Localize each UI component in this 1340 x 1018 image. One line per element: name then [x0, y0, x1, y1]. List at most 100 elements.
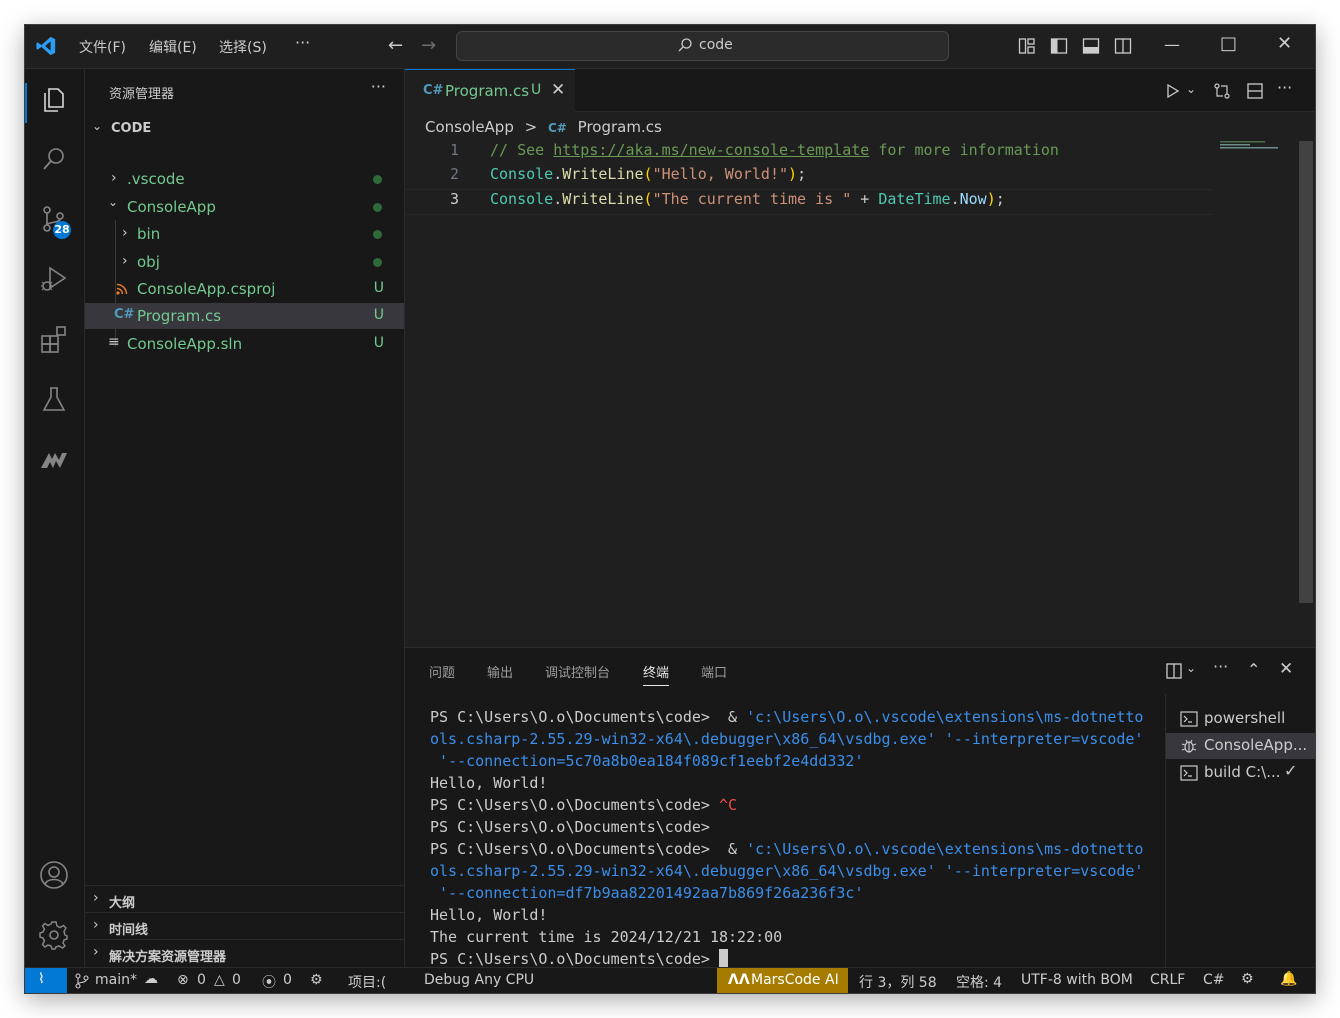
- debug-target-icon[interactable]: ⚙: [310, 972, 323, 988]
- sln-file-icon: ≡: [108, 334, 120, 350]
- active-indicator: [25, 83, 27, 123]
- tab-program-cs[interactable]: C# Program.cs U ✕: [405, 69, 575, 112]
- terminal-icon: [1180, 765, 1198, 781]
- branch-name[interactable]: main*: [95, 972, 137, 988]
- notifications-bell-icon[interactable]: 🔔: [1280, 971, 1297, 987]
- chevron-down-icon[interactable]: ⌄: [1186, 661, 1196, 675]
- terminal-item-powershell[interactable]: powershell: [1166, 706, 1315, 732]
- vscode-window: 文件(F) 编辑(E) 选择(S) ··· ← → code — □ ✕ 28 …: [25, 25, 1315, 993]
- marscode-button[interactable]: ΛΛ MarsCode AI: [717, 968, 848, 993]
- project-status[interactable]: 项目:(: [348, 972, 386, 992]
- chevron-down-icon[interactable]: ⌄: [1186, 82, 1196, 96]
- code-line: 1 // See https://aka.ms/new-console-temp…: [405, 141, 1213, 165]
- csharp-dev-kit-icon[interactable]: ⚙: [1241, 971, 1254, 987]
- explorer-icon[interactable]: [38, 83, 70, 115]
- line-number: 2: [449, 165, 459, 183]
- split-terminal-icon[interactable]: [1165, 662, 1183, 680]
- git-status-dot: [373, 175, 382, 184]
- git-status-dot: [373, 230, 382, 239]
- maximize-icon[interactable]: □: [1220, 33, 1237, 54]
- status-bar: ⌇ main* ☁ ⊗ 0 △ 0 ⦿ 0 ⚙ 项目:( Debug Any C…: [25, 967, 1315, 993]
- section-timeline[interactable]: › 时间线: [85, 912, 404, 939]
- chevron-right-icon: ›: [93, 944, 99, 960]
- tree-item-program-cs[interactable]: C# Program.cs U: [85, 303, 404, 329]
- close-panel-icon[interactable]: ✕: [1279, 659, 1293, 679]
- split-editor-icon[interactable]: [1246, 82, 1264, 100]
- tree-item-obj[interactable]: › obj: [85, 249, 404, 275]
- minimize-icon[interactable]: —: [1164, 35, 1180, 54]
- menu-file[interactable]: 文件(F): [79, 37, 126, 57]
- command-center-search[interactable]: code: [456, 31, 949, 61]
- tab-git-status: U: [531, 82, 542, 98]
- remote-indicator[interactable]: ⌇: [25, 968, 67, 993]
- breadcrumb-file[interactable]: Program.cs: [578, 118, 662, 136]
- search-icon[interactable]: [38, 143, 70, 175]
- menu-selection[interactable]: 选择(S): [219, 37, 267, 57]
- tab-problems[interactable]: 问题: [429, 662, 455, 681]
- indentation[interactable]: 空格: 4: [956, 972, 1002, 992]
- section-solution-explorer[interactable]: › 解决方案资源管理器: [85, 939, 404, 966]
- forward-arrow-icon[interactable]: →: [421, 35, 436, 56]
- errors-count[interactable]: 0: [197, 972, 206, 988]
- git-status-dot: [373, 258, 382, 267]
- tab-ports[interactable]: 端口: [701, 662, 727, 681]
- terminal-item-consoleapp[interactable]: ConsoleApp...: [1166, 733, 1315, 759]
- scm-badge: 28: [53, 221, 71, 239]
- tab-debug-console[interactable]: 调试控制台: [545, 662, 610, 681]
- toggle-sidebar-icon[interactable]: [1050, 37, 1068, 55]
- compare-changes-icon[interactable]: [1213, 82, 1231, 100]
- run-debug-icon[interactable]: [38, 263, 70, 295]
- end-of-line[interactable]: CRLF: [1150, 972, 1185, 988]
- tree-item-bin[interactable]: › bin: [85, 221, 404, 247]
- back-arrow-icon[interactable]: ←: [388, 35, 403, 56]
- ports-count[interactable]: 0: [283, 972, 292, 988]
- menu-edit[interactable]: 编辑(E): [149, 37, 197, 57]
- tree-item-consoleapp[interactable]: ⌄ ConsoleApp: [85, 194, 404, 220]
- error-icon: ⊗: [177, 972, 189, 988]
- customize-layout-icon[interactable]: [1018, 37, 1036, 55]
- menu-more[interactable]: ···: [295, 33, 310, 52]
- remote-icon: ⌇: [38, 971, 45, 987]
- debug-configuration[interactable]: Debug Any CPU: [424, 972, 534, 988]
- sync-cloud-icon[interactable]: ☁: [144, 971, 158, 987]
- workspace-root[interactable]: ⌄ CODE: [85, 117, 404, 139]
- accounts-icon[interactable]: [38, 859, 70, 891]
- explorer-more-button[interactable]: ···: [371, 77, 386, 96]
- terminal-output[interactable]: PS C:\Users\O.o\Documents\code> & 'c:\Us…: [430, 706, 1150, 970]
- section-timeline-label: 时间线: [109, 923, 149, 938]
- encoding[interactable]: UTF-8 with BOM: [1021, 972, 1133, 988]
- minimap[interactable]: [1220, 141, 1285, 149]
- code-operator: +: [851, 190, 879, 208]
- toggle-panel-icon[interactable]: [1082, 37, 1100, 55]
- warnings-count[interactable]: 0: [232, 972, 241, 988]
- close-icon[interactable]: ✕: [1277, 33, 1292, 54]
- title-bar: 文件(F) 编辑(E) 选择(S) ··· ← → code — □ ✕: [25, 25, 1315, 69]
- editor-more-icon[interactable]: ···: [1277, 78, 1292, 97]
- run-icon[interactable]: [1165, 83, 1181, 99]
- maximize-panel-icon[interactable]: ⌃: [1247, 660, 1260, 679]
- cursor-position[interactable]: 行 3，列 58: [859, 972, 937, 992]
- settings-gear-icon[interactable]: [38, 919, 70, 951]
- editor-scrollbar[interactable]: [1299, 141, 1313, 603]
- marscode-icon[interactable]: [38, 443, 70, 475]
- tab-terminal[interactable]: 终端: [643, 662, 670, 686]
- breadcrumb: ConsoleApp > C# Program.cs: [425, 118, 662, 136]
- testing-icon[interactable]: [38, 383, 70, 415]
- extensions-icon[interactable]: [38, 323, 70, 355]
- git-branch-icon: [75, 973, 89, 989]
- tree-item-csproj[interactable]: ConsoleApp.csproj U: [85, 276, 404, 302]
- panel-more-icon[interactable]: ···: [1213, 657, 1228, 676]
- code-link[interactable]: https://aka.ms/new-console-template: [553, 141, 869, 159]
- tree-item-vscode[interactable]: › .vscode: [85, 166, 404, 192]
- close-icon[interactable]: ✕: [551, 80, 565, 100]
- language-mode[interactable]: C#: [1203, 972, 1225, 988]
- toggle-secondary-sidebar-icon[interactable]: [1114, 37, 1132, 55]
- tree-item-label: ConsoleApp: [127, 198, 216, 216]
- tree-item-sln[interactable]: ≡ ConsoleApp.sln U: [85, 331, 404, 357]
- tree-item-label: ConsoleApp.sln: [127, 335, 243, 353]
- breadcrumb-folder[interactable]: ConsoleApp: [425, 118, 514, 136]
- code-property: Now: [959, 190, 987, 208]
- section-outline[interactable]: › 大纲: [85, 885, 404, 912]
- tab-output[interactable]: 输出: [487, 662, 513, 681]
- terminal-item-build[interactable]: build C:\... ✓: [1166, 760, 1315, 786]
